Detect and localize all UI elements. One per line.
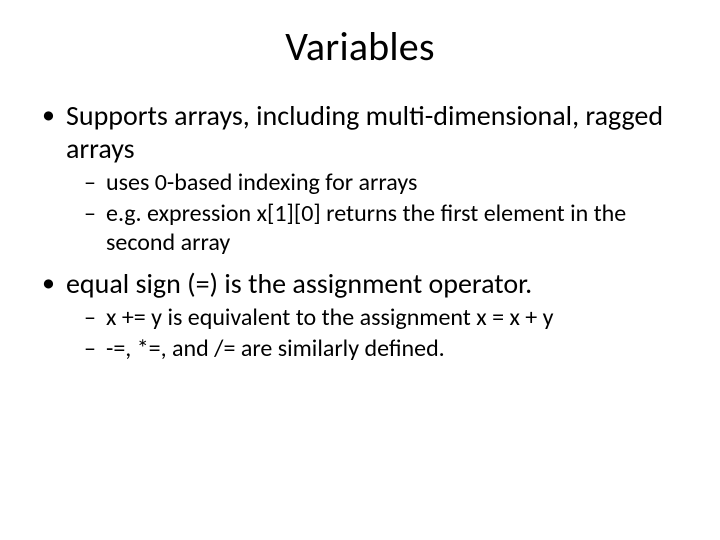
list-item: equal sign (=) is the assignment operato…	[38, 267, 686, 364]
slide: Variables Supports arrays, including mul…	[0, 0, 720, 540]
bullet-text: equal sign (=) is the assignment operato…	[66, 266, 532, 301]
slide-title: Variables	[30, 22, 690, 71]
list-item: Supports arrays, including multi-dimensi…	[38, 99, 686, 257]
bullet-list: Supports arrays, including multi-dimensi…	[30, 99, 690, 364]
bullet-text: uses 0-based indexing for arrays	[106, 168, 417, 197]
bullet-text: x += y is equivalent to the assignment x…	[106, 303, 554, 332]
list-item: uses 0-based indexing for arrays	[84, 169, 686, 198]
list-item: x += y is equivalent to the assignment x…	[84, 304, 686, 333]
sub-list: uses 0-based indexing for arrays e.g. ex…	[66, 169, 686, 257]
list-item: -=, *=, and /= are similarly defined.	[84, 335, 686, 364]
bullet-text: Supports arrays, including multi-dimensi…	[66, 98, 663, 166]
sub-list: x += y is equivalent to the assignment x…	[66, 304, 686, 364]
bullet-text: e.g. expression x[1][0] returns the firs…	[106, 199, 626, 257]
list-item: e.g. expression x[1][0] returns the firs…	[84, 200, 686, 258]
bullet-text: -=, *=, and /= are similarly defined.	[106, 334, 445, 363]
